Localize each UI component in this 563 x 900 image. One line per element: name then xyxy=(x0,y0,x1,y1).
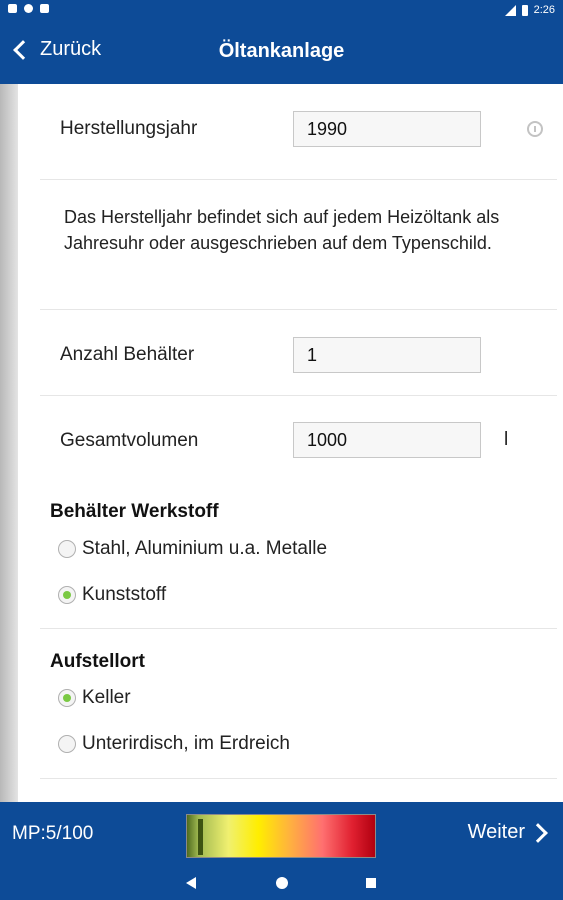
mp-counter: MP:5/100 xyxy=(12,823,94,844)
next-button[interactable]: Weiter xyxy=(468,821,551,844)
divider xyxy=(40,778,557,779)
volume-unit: l xyxy=(504,429,509,450)
radio-label: Keller xyxy=(82,687,131,708)
nav-back-icon[interactable] xyxy=(186,877,196,889)
progress-bar xyxy=(186,814,376,858)
clock: 2:26 xyxy=(533,4,555,16)
nav-recent-apps-icon[interactable] xyxy=(366,878,376,888)
radio-unchecked[interactable] xyxy=(58,735,76,753)
system-icons: 2:26 xyxy=(504,4,555,16)
form-content: Herstellungsjahr 1990 Das Herstelljahr b… xyxy=(18,84,563,802)
count-input[interactable]: 1 xyxy=(293,337,481,373)
app-bar: Zurück Öltankanlage xyxy=(0,22,563,84)
notification-icon xyxy=(8,4,17,13)
sd-card-icon xyxy=(40,4,49,13)
notification-icons xyxy=(8,4,49,13)
next-label: Weiter xyxy=(467,821,525,843)
system-nav-bar xyxy=(0,866,563,900)
status-bar: 2:26 xyxy=(0,0,563,22)
chevron-right-icon xyxy=(528,822,548,843)
material-option-plastic[interactable]: Kunststoff xyxy=(58,584,166,606)
radio-checked[interactable] xyxy=(58,689,76,707)
nav-home-icon[interactable] xyxy=(276,877,288,889)
material-option-metal[interactable]: Stahl, Aluminium u.a. Metalle xyxy=(58,538,327,560)
divider xyxy=(40,395,557,396)
sync-icon xyxy=(24,4,33,13)
radio-unchecked[interactable] xyxy=(58,540,76,558)
year-label: Herstellungsjahr xyxy=(60,118,198,139)
count-label: Anzahl Behälter xyxy=(60,344,195,365)
radio-label: Stahl, Aluminium u.a. Metalle xyxy=(82,538,328,559)
location-title: Aufstellort xyxy=(50,651,145,672)
divider xyxy=(40,309,557,310)
divider xyxy=(40,179,557,180)
drawer-edge xyxy=(0,84,18,802)
signal-icon xyxy=(504,4,516,16)
location-option-underground[interactable]: Unterirdisch, im Erdreich xyxy=(58,733,290,755)
volume-label: Gesamtvolumen xyxy=(60,430,199,451)
help-text: Das Herstelljahr befindet sich auf jedem… xyxy=(64,207,500,253)
divider xyxy=(40,628,557,629)
material-title: Behälter Werkstoff xyxy=(50,501,219,522)
volume-input[interactable]: 1000 xyxy=(293,422,481,458)
location-option-cellar[interactable]: Keller xyxy=(58,687,131,709)
info-icon[interactable] xyxy=(527,121,543,137)
radio-checked[interactable] xyxy=(58,586,76,604)
radio-label: Kunststoff xyxy=(82,584,167,605)
page-title: Öltankanlage xyxy=(218,40,345,62)
radio-label: Unterirdisch, im Erdreich xyxy=(82,733,290,754)
bottom-bar: MP:5/100 Weiter xyxy=(0,802,563,866)
progress-marker xyxy=(198,819,203,855)
battery-icon xyxy=(521,4,528,16)
year-input[interactable]: 1990 xyxy=(293,111,481,147)
